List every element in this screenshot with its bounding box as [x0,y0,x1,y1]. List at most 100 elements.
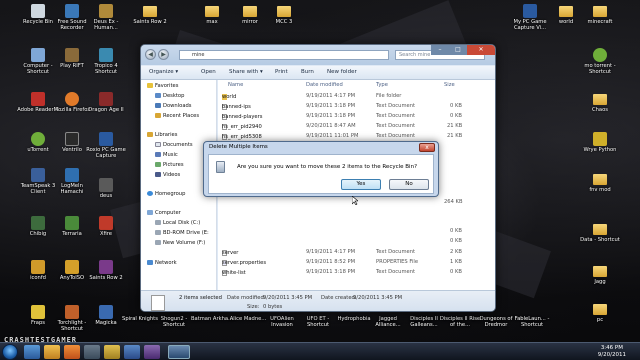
nav-downloads[interactable]: Downloads [155,103,192,109]
hamachi-icon [65,168,79,182]
pc-game-capture-icon [523,4,537,18]
desktop-icon-deus-ex[interactable]: Deus Ex - Human... [84,4,128,31]
desktop-icon-dragon-age[interactable]: Dragon Age II [84,92,128,113]
start-button[interactable] [2,344,18,360]
nav-libraries[interactable]: Libraries [147,132,177,138]
file-row[interactable]: world 9/19/2011 4:17 PM File folder [218,92,495,101]
nav-videos[interactable]: Videos [155,172,180,178]
desktop-icon-data[interactable]: Data - Shortcut [578,222,622,243]
ie-icon[interactable] [24,345,40,359]
nav-computer[interactable]: Computer [147,210,181,216]
file-row[interactable]: banned-ips 9/19/2011 3:18 PM Text Docume… [218,102,495,111]
print-button[interactable]: Print [275,69,288,75]
dialog-message: Are you sure you want to move these 2 it… [237,164,417,170]
deus-icon [99,178,113,192]
firefox-icon [65,92,79,106]
desktop-icon-fablelauncher[interactable]: FableLaun... - Shortcut [510,316,554,328]
nav-local-disk[interactable]: Local Disk (C:) [155,220,200,226]
desktop: Recycle Bin Computer - Shortcut Adobe Re… [0,0,640,342]
desktop-icon-saints-row[interactable]: Saints Row 2 [84,260,128,281]
desktop-icon-xfire[interactable]: Xfire [84,216,128,237]
open-button[interactable]: Open [201,69,216,75]
nav-homegroup[interactable]: Homegroup [147,191,185,197]
saints-row-icon [99,260,113,274]
desktop-icon-fnv-mod[interactable]: fnv mod [578,172,622,193]
desktop-icon-tropico[interactable]: Tropico 4 Shortcut [84,48,128,75]
no-button[interactable]: No [389,179,429,190]
steam-icon[interactable] [124,345,140,359]
column-header-date-modified[interactable]: Date modified [306,82,343,88]
clock[interactable]: 3:46 PM 9/20/2011 [598,345,626,358]
desktop-icon-pc[interactable]: pc [578,302,622,323]
music-icon [155,152,161,157]
desktop-icon-mo-torrent[interactable]: mo torrent - Shortcut [578,48,622,75]
column-header-size[interactable]: Size [444,82,455,88]
minimize-button[interactable]: – [431,45,449,55]
nav-bd-rom[interactable]: BD-ROM Drive (E: [155,230,209,236]
recent-places-icon [155,113,161,118]
dialog-title: Delete Multiple Items [209,144,268,150]
folder-icon [205,6,219,17]
desktop-icon-chaos[interactable]: Chaos [578,92,622,113]
winamp-icon[interactable] [104,345,120,359]
nav-desktop[interactable]: Desktop [155,93,184,99]
desktop-icon-saints-row-top[interactable]: Saints Row 2 [128,4,172,25]
folder-icon [243,6,257,17]
nav-documents[interactable]: Documents [155,142,193,148]
homegroup-icon [147,191,153,196]
file-row[interactable]: server 9/19/2011 4:17 PM Text Document 2… [218,248,495,257]
desktop-icon-roxio[interactable]: Roxio PC Game Capture [84,132,128,159]
organize-menu[interactable]: Organize ▾ [149,69,178,75]
explorer-icon[interactable] [44,345,60,359]
folder-icon [593,6,607,17]
media-player-icon[interactable] [84,345,100,359]
file-row[interactable]: server.properties 9/19/2011 8:52 PM PROP… [218,258,495,267]
nav-pictures[interactable]: Pictures [155,162,184,168]
desktop-icon-deus[interactable]: deus [84,178,128,199]
close-button[interactable]: ✕ [467,45,495,55]
file-row[interactable]: 0 KB [218,237,495,246]
explorer-window-task[interactable] [168,345,190,359]
recycle-bin-icon [31,4,45,18]
back-button[interactable]: ◀ [145,49,156,60]
file-row[interactable]: hs_err_pid5308 9/19/2011 11:01 PM Text D… [218,132,495,141]
selection-count: 2 items selected [179,295,222,301]
dragon-age-icon [99,92,113,106]
file-row[interactable]: 0 KB [218,227,495,236]
share-with-menu[interactable]: Share with ▾ [229,69,263,75]
new-folder-button[interactable]: New folder [327,69,357,75]
teamspeak-icon [31,168,45,182]
maximize-button[interactable]: □ [449,45,467,55]
documents-icon [155,142,161,147]
forward-button[interactable]: ▶ [158,49,169,60]
anytoiso-icon [65,260,79,274]
nav-new-volume[interactable]: New Volume (F:) [155,240,205,246]
nav-favorites[interactable]: Favorites [147,83,178,89]
nav-recent-places[interactable]: Recent Places [155,113,199,119]
file-row[interactable]: hs_err_pid2940 9/20/2011 8:47 AM Text Do… [218,122,495,131]
free-sound-recorder-icon [65,4,79,18]
nav-music[interactable]: Music [155,152,178,158]
desktop-icon-jagg[interactable]: Jagg [578,264,622,285]
pictures-icon [155,162,161,167]
column-header-name[interactable]: Name [228,82,243,88]
yes-button[interactable]: Yes [341,179,381,190]
file-row[interactable]: white-list 9/19/2011 3:18 PM Text Docume… [218,268,495,277]
videos-icon [155,172,161,177]
disc-drive-icon [155,230,161,235]
chibig-icon [31,216,45,230]
folder-icon [593,304,607,315]
firefox-icon[interactable] [64,345,80,359]
dialog-close-button[interactable]: x [419,143,435,152]
computer-icon [147,210,153,215]
file-preview-icon [151,295,165,311]
desktop-icon-mcc[interactable]: MCC 3 [262,4,306,25]
game-icon[interactable] [144,345,160,359]
desktop-icon-minecraft[interactable]: minecraft [578,4,622,25]
column-header-type[interactable]: Type [376,82,388,88]
nav-network[interactable]: Network [147,260,177,266]
address-bar[interactable]: mine [179,50,389,60]
burn-button[interactable]: Burn [301,69,314,75]
desktop-icon-wrye-python[interactable]: Wrye Python [578,132,622,153]
file-row[interactable]: banned-players 9/19/2011 3:18 PM Text Do… [218,112,495,121]
